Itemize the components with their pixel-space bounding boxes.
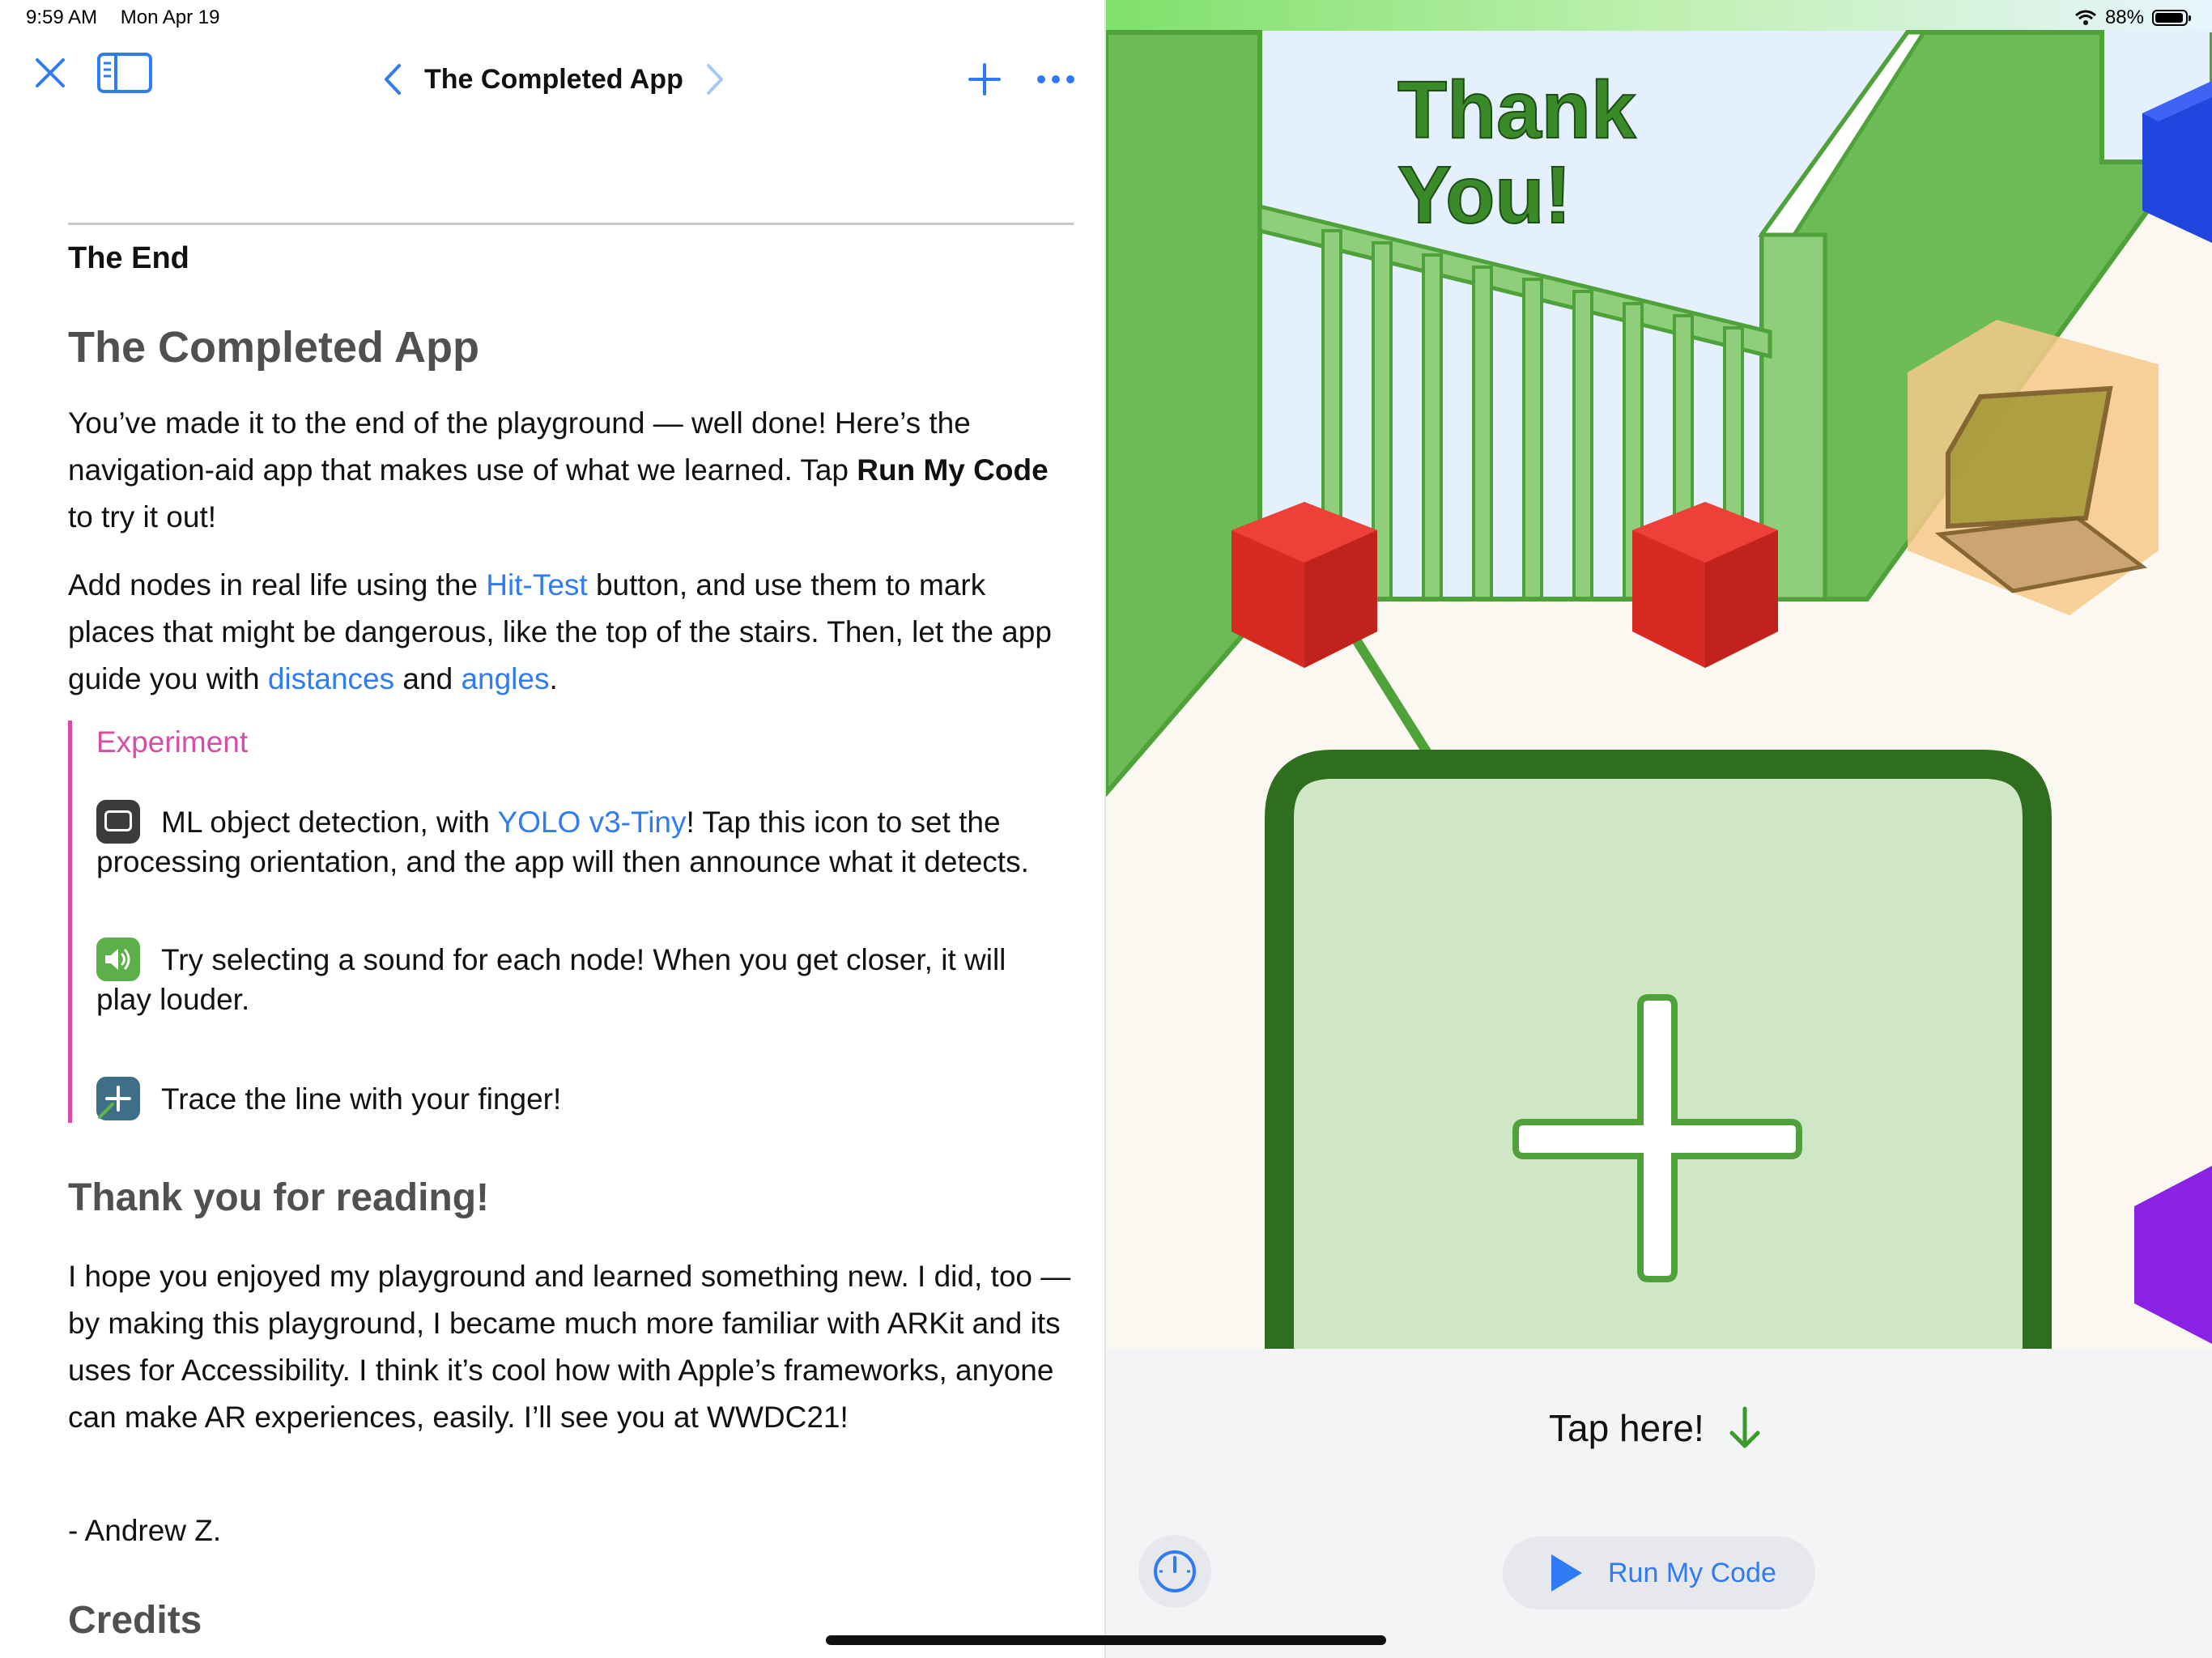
plus-icon xyxy=(968,63,1001,96)
experiment-text: Trace the line with your finger! xyxy=(161,1082,562,1116)
run-my-code-button[interactable]: Run My Code xyxy=(1503,1537,1815,1609)
ar-scene[interactable]: Thank You! xyxy=(1106,0,2212,1349)
experiment-item-sound: Try selecting a sound for each node! Whe… xyxy=(96,937,1068,1018)
divider xyxy=(68,223,1074,225)
paragraph-intro: You’ve made it to the end of the playgro… xyxy=(68,400,1080,541)
live-view-pane: Thank You! 88% Tap here! Run My Code xyxy=(1106,0,2212,1658)
play-icon xyxy=(1551,1554,1582,1592)
speaker-icon[interactable] xyxy=(96,937,140,981)
paragraph-text: and xyxy=(394,662,462,695)
chevron-right-icon xyxy=(706,64,723,95)
paragraph-text: to try it out! xyxy=(68,500,217,534)
sidebar-icon xyxy=(97,53,152,93)
next-page-button[interactable] xyxy=(703,59,727,100)
battery-icon xyxy=(2152,10,2191,26)
yolo-link[interactable]: YOLO v3-Tiny xyxy=(497,806,686,839)
experiment-text: Try selecting a sound for each node! Whe… xyxy=(96,943,1006,1016)
experiment-item-trace: Trace the line with your finger! xyxy=(96,1077,1068,1120)
status-bar-right: 88% xyxy=(2074,6,2191,29)
run-my-code-emphasis: Run My Code xyxy=(857,453,1049,487)
experiment-callout: Experiment ML object detection, with YOL… xyxy=(68,721,1084,1123)
chevron-left-icon xyxy=(385,64,401,95)
tap-here-label: Tap here! xyxy=(1549,1407,1704,1449)
sidebar-toggle-button[interactable] xyxy=(96,50,154,96)
experiment-title: Experiment xyxy=(96,725,249,759)
section-label: The End xyxy=(68,241,189,275)
paragraph-nodes: Add nodes in real life using the Hit-Tes… xyxy=(68,562,1080,703)
paragraph-text: Add nodes in real life using the xyxy=(68,568,487,602)
close-icon xyxy=(36,58,65,87)
orientation-icon[interactable] xyxy=(96,800,140,844)
run-my-code-label: Run My Code xyxy=(1608,1557,1776,1588)
paragraph-text: . xyxy=(549,662,558,695)
tap-here-hint: Tap here! xyxy=(1549,1405,1763,1451)
hit-test-link[interactable]: Hit-Test xyxy=(486,568,587,602)
document-pane: 9:59 AM Mon Apr 19 The Completed App The… xyxy=(0,0,1104,1658)
experiment-item-ml: ML object detection, with YOLO v3-Tiny! … xyxy=(96,800,1068,881)
status-bar-left: 9:59 AM Mon Apr 19 xyxy=(26,6,237,29)
thank-you-text: You! xyxy=(1397,150,1572,240)
status-date: Mon Apr 19 xyxy=(120,6,220,28)
battery-percent: 88% xyxy=(2104,6,2144,28)
status-time: 9:59 AM xyxy=(26,6,98,28)
signature: - Andrew Z. xyxy=(68,1514,222,1547)
distances-link[interactable]: distances xyxy=(268,662,394,695)
home-indicator[interactable] xyxy=(826,1635,1386,1645)
wifi-icon xyxy=(2074,10,2096,25)
section-heading: The Completed App xyxy=(68,323,479,372)
close-button[interactable] xyxy=(29,52,71,94)
scene-illustration: Thank You! xyxy=(1106,0,2212,1349)
add-button[interactable] xyxy=(963,58,1006,100)
previous-page-button[interactable] xyxy=(381,59,405,100)
trace-icon[interactable] xyxy=(96,1077,140,1120)
paragraph-thanks: I hope you enjoyed my playground and lea… xyxy=(68,1260,1071,1434)
page-title: The Completed App xyxy=(424,63,683,95)
more-button[interactable] xyxy=(1033,65,1078,94)
thank-you-text: Thank xyxy=(1397,65,1636,155)
speedometer-icon xyxy=(1154,1550,1196,1592)
paragraph-text: You’ve made it to the end of the playgro… xyxy=(68,406,971,487)
experiment-text: ML object detection, with xyxy=(161,806,498,839)
arrow-down-icon xyxy=(1729,1406,1760,1448)
more-icon xyxy=(1037,75,1074,83)
angles-link[interactable]: angles xyxy=(461,662,549,695)
thank-you-heading: Thank you for reading! xyxy=(68,1176,490,1219)
live-view-controls xyxy=(1106,1349,2212,1658)
page-navigator: The Completed App xyxy=(381,57,727,102)
speed-button[interactable] xyxy=(1138,1535,1211,1608)
